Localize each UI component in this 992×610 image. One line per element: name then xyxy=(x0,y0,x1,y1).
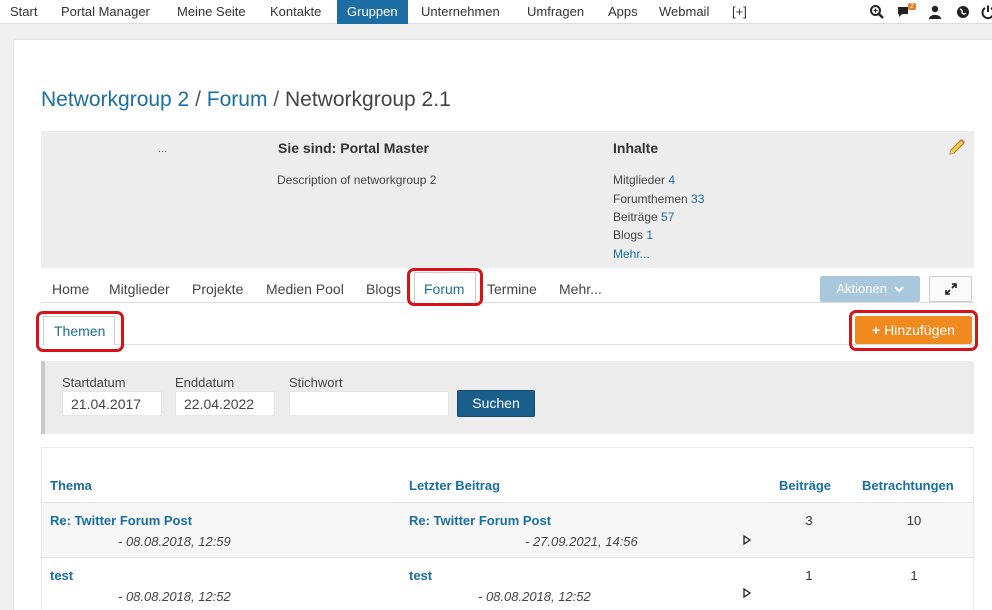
stat-label: Blogs xyxy=(613,228,644,242)
actions-button-label: Aktionen xyxy=(836,281,887,296)
start-date-input[interactable]: 21.04.2017 xyxy=(62,391,162,416)
tab-blogs[interactable]: Blogs xyxy=(366,281,401,297)
notification-badge: 2 xyxy=(908,3,916,10)
contents-title: Inhalte xyxy=(613,140,659,156)
tab-mehr[interactable]: Mehr... xyxy=(559,281,602,297)
stat-posts: Beiträge 57 xyxy=(613,210,674,224)
group-info-box xyxy=(41,131,974,268)
last-post-link[interactable]: Re: Twitter Forum Post xyxy=(409,513,551,528)
nav-more[interactable]: [+] xyxy=(722,0,757,24)
breadcrumb-separator: / xyxy=(195,88,201,111)
top-navigation: Start Portal Manager Meine Seite Kontakt… xyxy=(0,0,992,24)
view-count: 1 xyxy=(910,568,918,583)
nav-start[interactable]: Start xyxy=(0,0,47,24)
breadcrumb: Networkgroup 2 / Forum / Networkgroup 2.… xyxy=(41,88,451,112)
post-count: 1 xyxy=(805,568,813,583)
header-thema[interactable]: Thema xyxy=(50,478,92,493)
row-divider xyxy=(41,557,974,558)
breadcrumb-current: Networkgroup 2.1 xyxy=(285,88,451,111)
stat-value[interactable]: 4 xyxy=(668,173,675,187)
globe-icon[interactable] xyxy=(955,4,971,20)
tab-termine[interactable]: Termine xyxy=(487,281,537,297)
end-date-label: Enddatum xyxy=(175,375,235,390)
stat-value[interactable]: 1 xyxy=(646,228,653,242)
stat-label: Mitglieder xyxy=(613,173,666,187)
user-icon[interactable] xyxy=(927,4,943,20)
breadcrumb-forum-link[interactable]: Forum xyxy=(207,88,268,111)
nav-gruppen[interactable]: Gruppen xyxy=(337,0,408,24)
search-icon[interactable] xyxy=(869,4,885,20)
nav-webmail[interactable]: Webmail xyxy=(649,0,719,24)
keyword-label: Stichwort xyxy=(289,375,343,390)
last-post-link[interactable]: test xyxy=(409,568,432,583)
stat-value[interactable]: 57 xyxy=(661,210,674,224)
nav-apps[interactable]: Apps xyxy=(598,0,648,24)
tab-projekte[interactable]: Projekte xyxy=(192,281,243,297)
topic-link[interactable]: Re: Twitter Forum Post xyxy=(50,513,192,528)
tab-medien-pool[interactable]: Medien Pool xyxy=(266,281,344,297)
expand-icon xyxy=(945,283,957,295)
topic-date: - 08.08.2018, 12:59 xyxy=(118,534,231,549)
header-letzter-beitrag[interactable]: Letzter Beitrag xyxy=(409,478,500,493)
stat-blogs: Blogs 1 xyxy=(613,228,653,242)
end-date-input[interactable]: 22.04.2022 xyxy=(175,391,275,416)
edit-pencil-icon[interactable] xyxy=(947,137,967,157)
stat-value[interactable]: 33 xyxy=(691,192,704,206)
breadcrumb-separator: / xyxy=(273,88,280,111)
power-icon[interactable] xyxy=(980,4,992,20)
topic-date: - 08.08.2018, 12:52 xyxy=(118,589,231,604)
highlight-themen-tab xyxy=(36,311,124,352)
user-role: Sie sind: Portal Master xyxy=(278,140,429,156)
more-link[interactable]: Mehr... xyxy=(613,247,650,261)
header-beitraege[interactable]: Beiträge xyxy=(779,478,831,493)
nav-meine-seite[interactable]: Meine Seite xyxy=(167,0,256,24)
play-icon[interactable] xyxy=(742,535,752,545)
stat-members: Mitglieder 4 xyxy=(613,173,675,187)
stat-forum-topics: Forumthemen 33 xyxy=(613,192,704,206)
expand-button[interactable] xyxy=(929,276,972,302)
post-count: 3 xyxy=(805,513,813,528)
group-image-placeholder: ... xyxy=(158,143,168,155)
last-post-date: - 08.08.2018, 12:52 xyxy=(478,589,591,604)
highlight-forum-tab xyxy=(407,268,483,306)
actions-button[interactable]: Aktionen xyxy=(820,276,920,302)
view-count: 10 xyxy=(906,513,922,528)
topic-link[interactable]: test xyxy=(50,568,73,583)
tab-mitglieder[interactable]: Mitglieder xyxy=(109,281,170,297)
search-button[interactable]: Suchen xyxy=(457,390,535,417)
play-icon[interactable] xyxy=(742,588,752,598)
highlight-add-button xyxy=(849,310,978,351)
nav-unternehmen[interactable]: Unternehmen xyxy=(411,0,510,24)
breadcrumb-group-link[interactable]: Networkgroup 2 xyxy=(41,88,189,111)
nav-umfragen[interactable]: Umfragen xyxy=(517,0,594,24)
keyword-input[interactable] xyxy=(289,391,449,416)
stat-label: Forumthemen xyxy=(613,192,688,206)
group-description: Description of networkgroup 2 xyxy=(277,173,437,187)
nav-kontakte[interactable]: Kontakte xyxy=(260,0,331,24)
header-betrachtungen[interactable]: Betrachtungen xyxy=(862,478,954,493)
tab-home[interactable]: Home xyxy=(52,281,89,297)
nav-portal-manager[interactable]: Portal Manager xyxy=(51,0,160,24)
subtabs-line xyxy=(41,344,974,345)
last-post-date: - 27.09.2021, 14:56 xyxy=(525,534,638,549)
chevron-down-icon xyxy=(893,286,904,293)
stat-label: Beiträge xyxy=(613,210,658,224)
start-date-label: Startdatum xyxy=(62,375,126,390)
